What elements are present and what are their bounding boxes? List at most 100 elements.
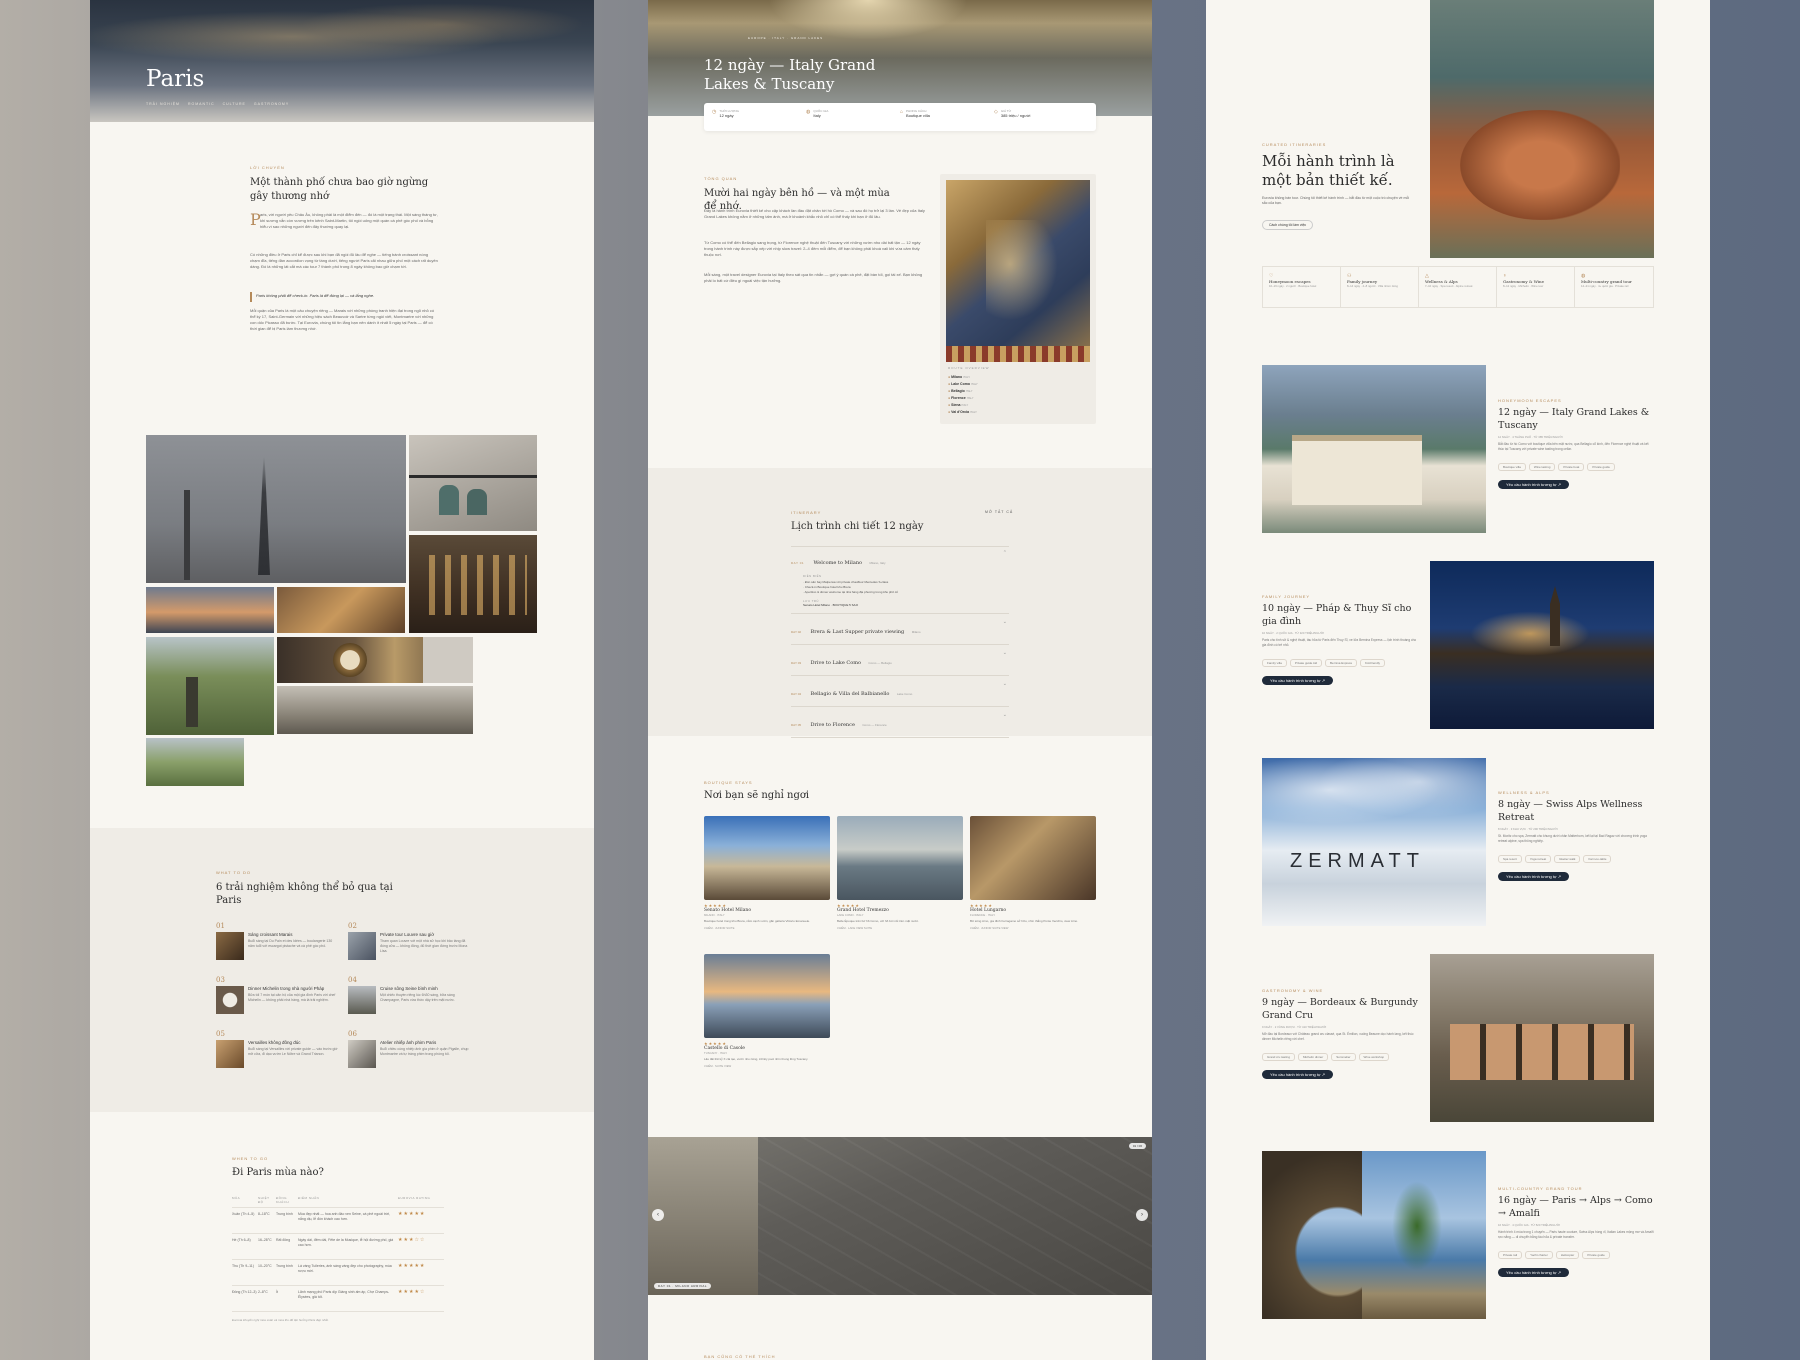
- day-label: DAY 04: [791, 692, 802, 696]
- paris-street-photo[interactable]: [277, 686, 473, 734]
- hero-tag[interactable]: ROMANTIC: [188, 102, 215, 106]
- fact-value: Boutique villa: [906, 113, 930, 118]
- category-item[interactable]: ♡ Honeymoon escapes 10–16 ngày · 2 người ·…: [1263, 267, 1341, 307]
- route-card: ROUTE OVERVIEW ● Milano ITALY ● Lake Com…: [940, 174, 1096, 424]
- tour-title[interactable]: 8 ngày — Swiss Alps Wellness Retreat: [1498, 798, 1654, 824]
- hotel-card[interactable]: ★★★★★ Senato Hotel Milano MILANO · ITALY…: [704, 816, 830, 930]
- intro-quote: Paris không phải để check-in. Paris là đ…: [256, 293, 375, 298]
- request-tour-button[interactable]: Yêu cầu hành trình tương tự ↗: [1498, 1268, 1570, 1277]
- category-item[interactable]: ◍ Multi-country grand tour 14–21 ngày · 4+…: [1575, 267, 1653, 307]
- column-header: EUROVIA RATING: [398, 1196, 431, 1200]
- experience-item[interactable]: 03 Dinner Michelin trong nhà người Pháp B…: [216, 976, 340, 1014]
- season-note: Lãnh mạng phố Paris dịp Giáng sinh ấm áp…: [298, 1290, 390, 1299]
- experience-item[interactable]: 05 Versailles không đông đúc Buổi sáng tạ…: [216, 1030, 340, 1068]
- route-stop[interactable]: ● Florence ITALY: [948, 395, 978, 402]
- day-row[interactable]: DAY 03 Drive to Lake Como Como — Bellagi…: [791, 644, 1009, 675]
- experience-text: Một chiếc thuyền riêng lúc 6h30 sáng, bữ…: [380, 993, 455, 1002]
- gallery-prev-button[interactable]: ‹: [652, 1209, 664, 1221]
- season-temp: 2–8°C: [258, 1290, 268, 1294]
- hotel-photo: [704, 816, 830, 900]
- hotel-card[interactable]: ★★★★★ Castello di Casole TUSCANY · ITALY…: [704, 954, 830, 1068]
- hotel-location: MILANO · ITALY: [704, 913, 725, 917]
- chevron-up-icon[interactable]: ⌃: [1003, 550, 1007, 556]
- milano-gallery-slide[interactable]: 01 / 06 ‹ › DAY 01 · MILANO ARRIVAL: [648, 1137, 1152, 1295]
- cafe-balcony-photo[interactable]: [409, 435, 537, 531]
- hero-tag[interactable]: CULTURE: [223, 102, 246, 106]
- day-row[interactable]: DAY 04 Bellagio & Villa del Balbianello …: [791, 675, 1009, 706]
- overview-paragraph: Đây là hành trình Eurovia thiết kế cho c…: [704, 208, 925, 219]
- route-stop[interactable]: ● Val d'Orcia ITALY: [948, 409, 978, 416]
- zermatt-sign: ZERMATT: [1290, 850, 1425, 872]
- request-tour-button[interactable]: Yêu cầu hành trình tương tự ↗: [1262, 1070, 1334, 1079]
- experience-item[interactable]: 06 Atelier nhiếp ảnh phim Paris Buổi chiề…: [348, 1030, 472, 1068]
- season-row: Đông (Th 12–3) 2–8°C Ít Lãnh mạng phố Paris…: [232, 1286, 444, 1312]
- column-header: MÙA: [232, 1196, 241, 1200]
- day-title: Drive to Florence: [810, 722, 855, 728]
- chevron-down-icon[interactable]: ⌄: [1003, 681, 1007, 687]
- request-tour-button[interactable]: Yêu cầu hành trình tương tự ↗: [1498, 872, 1570, 881]
- day-label: DAY 01: [791, 561, 805, 565]
- experience-item[interactable]: 04 Cruise sông Seine bình minh Một chiếc …: [348, 976, 472, 1014]
- tour-chip: Private guide: [1587, 463, 1615, 471]
- patisserie-photo[interactable]: [277, 587, 405, 633]
- tour-chip: Farm-to-table: [1583, 855, 1612, 863]
- experience-item[interactable]: 02 Private tour Louvre sau giờ Tham quan …: [348, 922, 472, 960]
- day-row[interactable]: DAY 05 Drive to Florence Como — Florence…: [791, 706, 1009, 738]
- tour-image-amalfi-tunnel[interactable]: [1262, 1151, 1486, 1319]
- route-stop[interactable]: ● Siena ITALY: [948, 402, 978, 409]
- category-meta: 8–12 ngày · Michelin · Wine tour: [1503, 284, 1544, 288]
- chevron-down-icon[interactable]: ⌄: [1003, 650, 1007, 656]
- day-row-open[interactable]: DAY 01 Welcome to Milano Milano, Italy ⌃…: [791, 546, 1009, 613]
- category-meta: 7–10 ngày · Spa resort · Alpine retreat: [1425, 284, 1473, 288]
- hero-tag[interactable]: GASTRONOMY: [254, 102, 289, 106]
- day-title: Welcome to Milano: [813, 560, 863, 566]
- tour-image-zermatt-snow[interactable]: ZERMATT: [1262, 758, 1486, 926]
- hero-tag[interactable]: TRẢI NGHIỆM: [146, 102, 180, 106]
- how-we-work-button[interactable]: Cách chúng tôi làm việc: [1262, 220, 1314, 230]
- hotel-card[interactable]: ★★★★★ Hotel Lungarno FLORENCE · ITALY Bờ…: [970, 816, 1096, 930]
- season-temp: 10–20°C: [258, 1264, 272, 1268]
- fact-value: 385 triệu / người: [1000, 113, 1031, 118]
- tour-title[interactable]: 10 ngày — Pháp & Thụy Sĩ cho gia đình: [1262, 602, 1418, 628]
- request-tour-button[interactable]: Yêu cầu hành trình tương tự ↗: [1262, 676, 1334, 685]
- experience-text: Buổi sáng tại Versailles với private gui…: [248, 1047, 338, 1056]
- category-item[interactable]: △ Wellness & Alps 7–10 ngày · Spa resort ·…: [1419, 267, 1497, 307]
- tour-image-como-villa[interactable]: [1262, 365, 1486, 533]
- stays-eyebrow: BOUTIQUE STAYS: [704, 780, 753, 785]
- day-detail-item: · Aperitivo & dinner welcome tại nhà hàn…: [803, 590, 898, 594]
- seine-sunset-photo[interactable]: [146, 587, 274, 633]
- experience-item[interactable]: 01 Sáng croissant Marais Buổi sáng tại Du…: [216, 922, 340, 960]
- experience-title: Private tour Louvre sau giờ: [380, 932, 435, 937]
- itineraries-listing-page: CURATED ITINERARIES Mỗi hành trình là mộ…: [1206, 0, 1710, 1360]
- route-list: ● Milano ITALY ● Lake Como ITALY ● Bella…: [948, 374, 978, 416]
- versailles-garden-photo[interactable]: [146, 738, 244, 786]
- luxembourg-garden-photo[interactable]: [146, 637, 274, 735]
- tour-meta: 10 NGÀY · 2 QUỐC GIA · TỪ 320 TRIỆU/NGƯỜ…: [1262, 631, 1325, 635]
- day-row[interactable]: DAY 02 Brera & Last Supper private viewi…: [791, 613, 1009, 644]
- chevron-down-icon[interactable]: ⌄: [1003, 619, 1007, 625]
- experience-text: Buổi chiều cùng nhiếp ảnh gia phim ở quậ…: [380, 1047, 469, 1056]
- gallery-next-button[interactable]: ›: [1136, 1209, 1148, 1221]
- hotel-nights: 3 ĐÊM · LAKE VIEW SUITE: [837, 925, 873, 930]
- tour-title[interactable]: 9 ngày — Bordeaux & Burgundy Grand Cru: [1262, 996, 1418, 1022]
- chevron-down-icon[interactable]: ⌄: [1003, 712, 1007, 718]
- hotel-card[interactable]: ★★★★★ Grand Hotel Tremezzo LAKE COMO · I…: [837, 816, 963, 930]
- hero-breadcrumb: EUROPE · ITALY · GRAND LAKES: [748, 36, 824, 40]
- tour-meta: 16 NGÀY · 4 QUỐC GIA · TỪ 520 TRIỆU/NGƯỜ…: [1498, 1223, 1561, 1227]
- clock-museum-photo[interactable]: [277, 637, 473, 683]
- category-item[interactable]: ⚇ Family journey 8–14 ngày · 4–8 người · V…: [1341, 267, 1419, 307]
- request-tour-button[interactable]: Yêu cầu hành trình tương tự ↗: [1498, 480, 1570, 489]
- tour-image-swiss-night[interactable]: [1430, 561, 1654, 729]
- paris-building-night-photo[interactable]: [409, 535, 537, 633]
- season-row: Xuân (Th 4–5) 8–18°C Trung bình Mùa đẹp nhấ…: [232, 1208, 444, 1234]
- tour-title[interactable]: 16 ngày — Paris → Alps → Como → Amalfi: [1498, 1194, 1654, 1220]
- tour-title[interactable]: 12 ngày — Italy Grand Lakes & Tuscany: [1498, 406, 1654, 432]
- expand-all-button[interactable]: MỞ TẤT CẢ: [985, 510, 1013, 514]
- category-item[interactable]: ♆ Gastronomy & Wine 8–12 ngày · Michelin ·…: [1497, 267, 1575, 307]
- route-stop[interactable]: ● Bellagio ITALY: [948, 388, 978, 395]
- tour-image-chateau[interactable]: [1430, 954, 1654, 1122]
- experience-thumb: [216, 932, 244, 960]
- route-stop[interactable]: ● Lake Como ITALY: [948, 381, 978, 388]
- eiffel-tower-photo[interactable]: [146, 435, 406, 583]
- route-stop[interactable]: ● Milano ITALY: [948, 374, 978, 381]
